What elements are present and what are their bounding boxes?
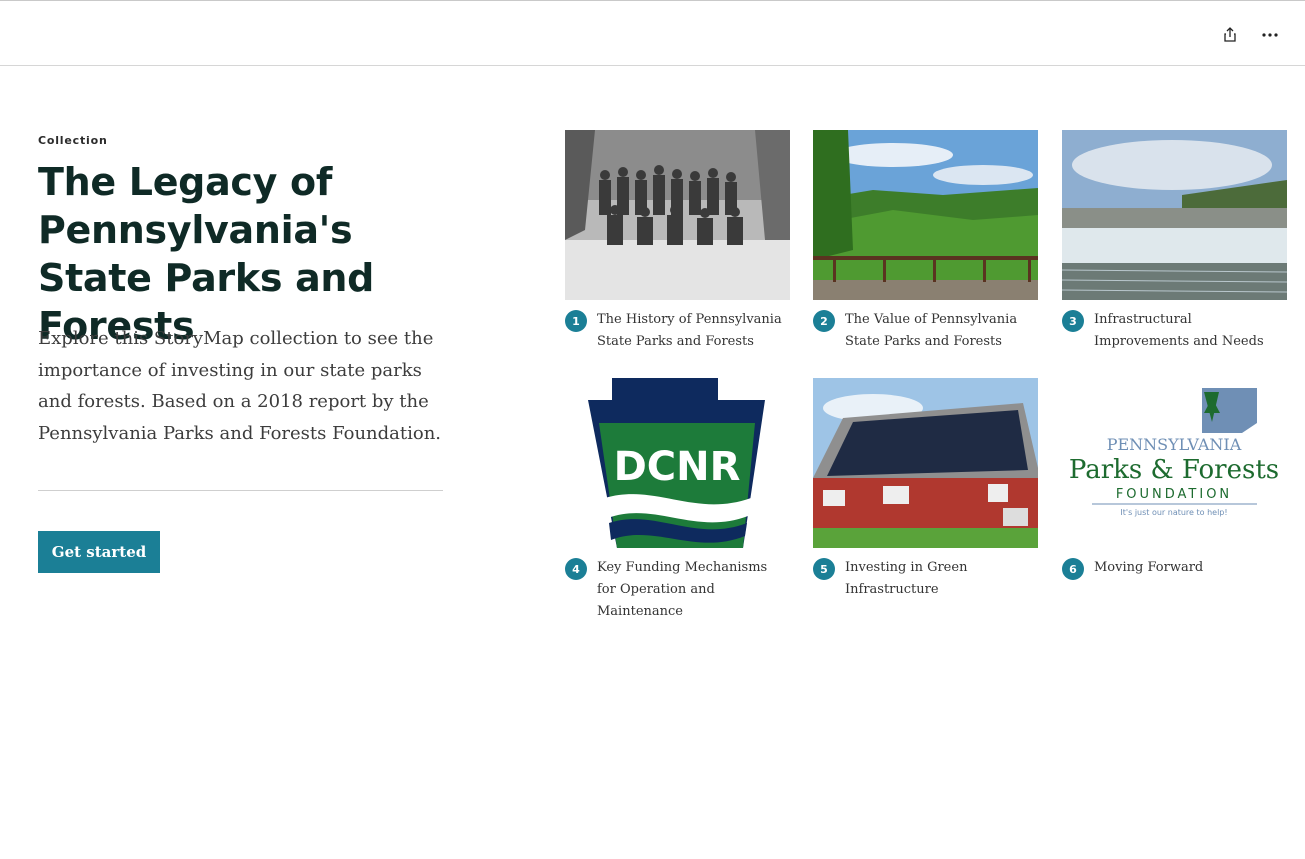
item-title: Infrastructural Improvements and Needs — [1094, 312, 1264, 349]
item-number-badge: 3 — [1062, 310, 1084, 332]
collection-description: Explore this StoryMap collection to see … — [38, 328, 442, 444]
item-number-badge: 4 — [565, 558, 587, 580]
collection-item-3[interactable]: 3 Infrastructural Improvements and Needs — [1062, 130, 1287, 353]
collection-item-2[interactable]: 2 The Value of Pennsylvania State Parks … — [813, 130, 1038, 353]
item-title: Investing in Green Infrastructure — [845, 560, 968, 597]
historic-group-photo — [565, 130, 790, 300]
item-title: The Value of Pennsylvania State Parks an… — [845, 312, 1018, 349]
collection-item-5[interactable]: 5 Investing in Green Infrastructure — [813, 378, 1038, 601]
item-number-badge: 1 — [565, 310, 587, 332]
get-started-button[interactable]: Get started — [38, 531, 160, 573]
dam-spillway-photo — [1062, 130, 1287, 300]
item-number-badge: 2 — [813, 310, 835, 332]
more-options-icon[interactable] — [1258, 23, 1282, 47]
foundation-logo-tagline: It's just our nature to help! — [1120, 508, 1227, 517]
item-number-badge: 5 — [813, 558, 835, 580]
collection-item-4[interactable]: DCNR 4 Key Funding Mechanisms for Operat… — [565, 378, 790, 623]
item-number-badge: 6 — [1062, 558, 1084, 580]
foundation-logo-line1: PENNSYLVANIA — [1107, 435, 1242, 454]
foundation-logo-line2: Parks & Forests — [1069, 455, 1279, 485]
item-title: Key Funding Mechanisms for Operation and… — [597, 560, 768, 619]
page-title: The Legacy of Pennsylvania's State Parks… — [38, 160, 375, 348]
divider — [38, 490, 443, 491]
item-title: The History of Pennsylvania State Parks … — [597, 312, 782, 349]
collection-item-1[interactable]: 1 The History of Pennsylvania State Park… — [565, 130, 790, 353]
collection-kicker: Collection — [38, 134, 108, 147]
dcnr-logo-text: DCNR — [614, 444, 741, 490]
share-icon[interactable] — [1218, 23, 1242, 47]
dcnr-logo: DCNR — [565, 378, 790, 548]
foundation-logo-line3: FOUNDATION — [1116, 487, 1232, 502]
valley-overlook-photo — [813, 130, 1038, 300]
top-bar — [0, 0, 1305, 66]
item-title: Moving Forward — [1094, 560, 1204, 575]
solar-barn-photo — [813, 378, 1038, 548]
collection-item-6[interactable]: PENNSYLVANIA Parks & Forests FOUNDATION … — [1062, 378, 1287, 580]
foundation-logo: PENNSYLVANIA Parks & Forests FOUNDATION … — [1062, 378, 1287, 548]
